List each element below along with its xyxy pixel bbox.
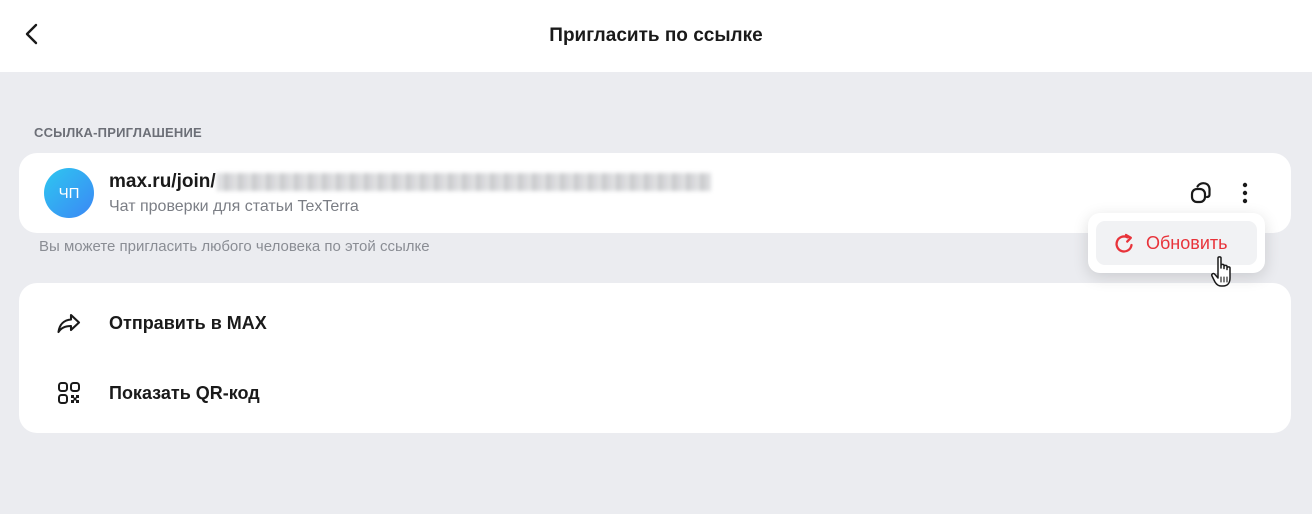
copy-icon — [1190, 182, 1211, 204]
send-to-max-label: Отправить в MAX — [109, 312, 267, 333]
refresh-icon — [1113, 233, 1135, 255]
show-qr-code-label: Показать QR-код — [109, 382, 260, 403]
header-bar: Пригласить по ссылке — [0, 0, 1312, 72]
chat-name: Чат проверки для статьи TexTerra — [109, 198, 359, 215]
actions-card: Отправить в MAX Показать QR-код — [19, 283, 1291, 433]
page-title: Пригласить по ссылке — [549, 25, 763, 46]
invite-link-redacted — [216, 173, 711, 191]
show-qr-code-button[interactable]: Показать QR-код — [19, 363, 1291, 423]
section-label: ССЫЛКА-ПРИГЛАШЕНИЕ — [34, 125, 202, 140]
invite-link[interactable]: max.ru/join/ — [109, 170, 711, 194]
more-options-button[interactable] — [1231, 177, 1259, 209]
send-to-max-button[interactable]: Отправить в MAX — [19, 293, 1291, 353]
more-vertical-icon — [1242, 182, 1248, 204]
copy-link-button[interactable] — [1185, 177, 1217, 209]
invite-link-prefix: max.ru/join/ — [109, 171, 216, 192]
back-button[interactable] — [14, 16, 50, 52]
qr-code-icon — [55, 379, 83, 407]
share-arrow-icon — [55, 309, 83, 337]
link-options-menu: Обновить — [1088, 213, 1265, 273]
avatar: ЧП — [44, 168, 94, 218]
hand-pointer-cursor-icon — [1211, 256, 1231, 287]
chevron-left-icon — [25, 23, 38, 45]
refresh-label: Обновить — [1146, 232, 1228, 253]
invite-hint: Вы можете пригласить любого человека по … — [39, 238, 430, 255]
